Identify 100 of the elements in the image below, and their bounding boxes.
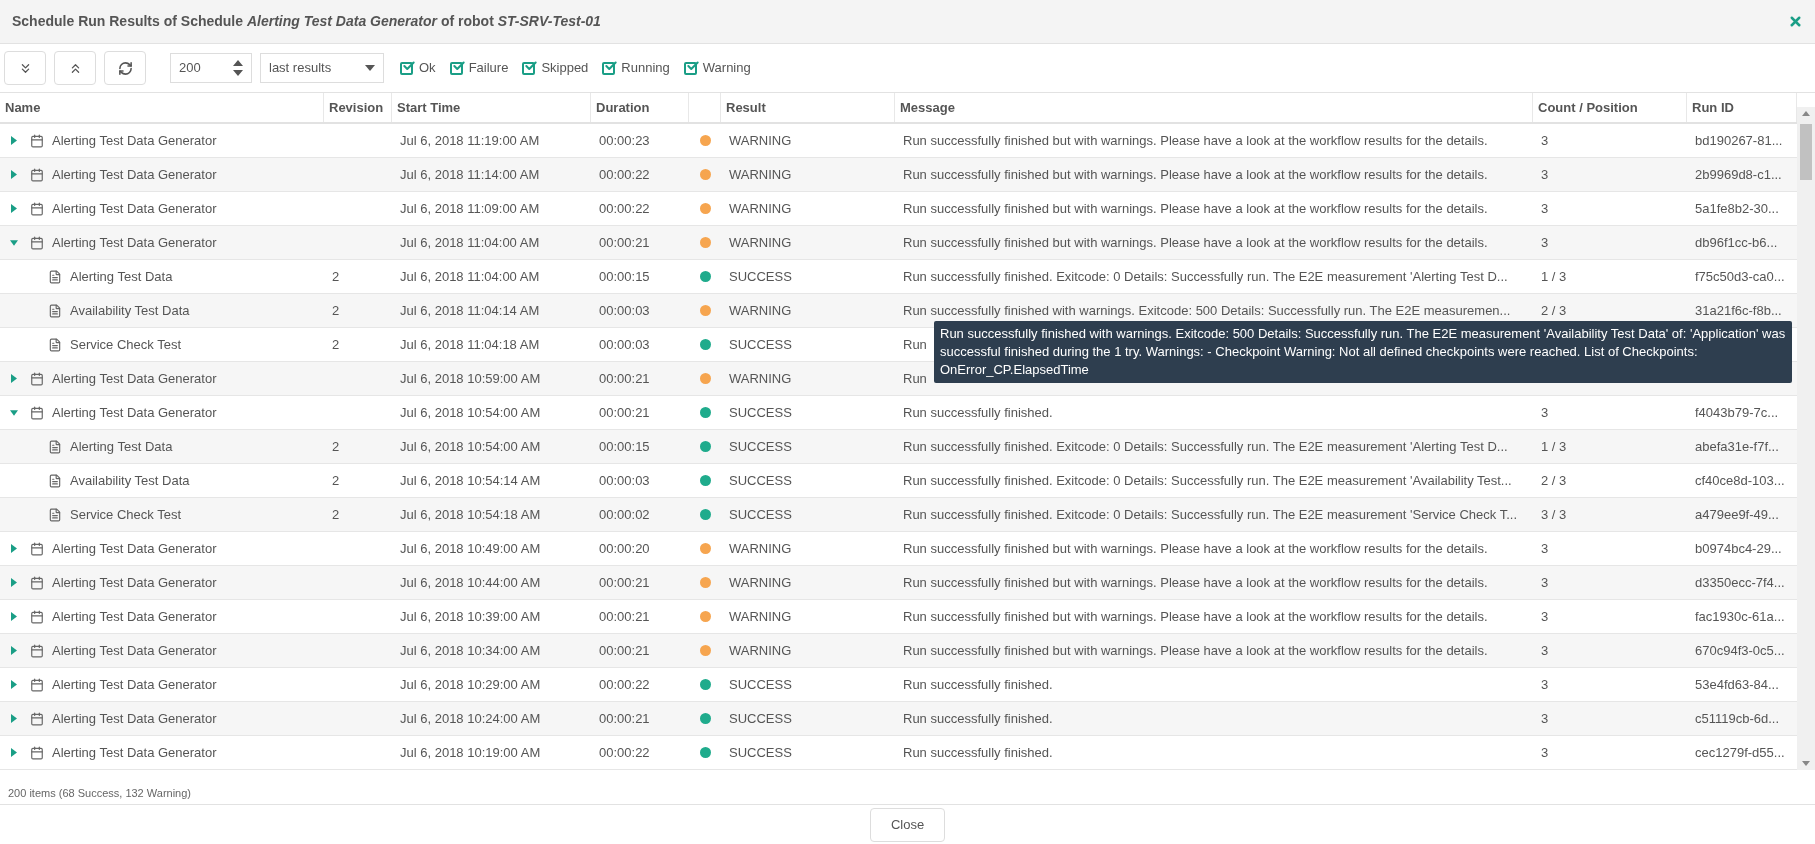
result-cell: SUCCESS — [729, 268, 792, 284]
duration-cell: 00:00:15 — [599, 438, 650, 454]
duration-cell: 00:00:03 — [599, 336, 650, 352]
start-time-cell: Jul 6, 2018 11:19:00 AM — [400, 132, 540, 148]
name-cell-text: Alerting Test Data Generator — [52, 233, 217, 252]
count-cell: 3 — [1541, 574, 1549, 590]
run-id-cell: c51119cb-6d... — [1695, 710, 1780, 726]
run-id-cell: 31a21f6c-f8b... — [1695, 302, 1782, 318]
start-time-cell: Jul 6, 2018 11:09:00 AM — [400, 200, 540, 216]
range-select[interactable]: last results — [260, 53, 384, 83]
count-cell: 3 — [1541, 710, 1549, 726]
result-cell: SUCCESS — [729, 472, 792, 488]
run-id-cell: 53e4fd63-84... — [1695, 676, 1779, 692]
message-cell: Run successfully finished. Exitcode: 0 Details: Successfully run. The E2E measurement 'Availability Test... — [903, 472, 1512, 488]
start-time-cell: Jul 6, 2018 10:19:00 AM — [400, 744, 541, 760]
message-cell: Run successfully finished. — [903, 710, 1053, 726]
result-cell: WARNING — [729, 166, 792, 182]
expand-caret-icon[interactable] — [10, 713, 18, 724]
expand-caret-icon[interactable] — [10, 645, 18, 656]
message-cell: Run successfully finished. — [903, 744, 1053, 760]
filter-checkbox[interactable]: Running — [602, 58, 670, 78]
name-cell-text: Alerting Test Data Generator — [52, 573, 217, 592]
calendar-icon — [30, 133, 44, 148]
refresh-button[interactable] — [104, 51, 146, 85]
name-cell-text: Alerting Test Data Generator — [52, 743, 217, 762]
duration-cell: 00:00:22 — [599, 744, 650, 760]
filter-checkbox[interactable]: Skipped — [522, 58, 589, 78]
count-cell: 3 — [1541, 608, 1549, 624]
column-header[interactable]: Run ID — [1692, 97, 1734, 118]
collapse-caret-icon[interactable] — [10, 237, 18, 248]
close-icon[interactable] — [1788, 14, 1803, 29]
check-icon — [451, 58, 466, 73]
filter-checkbox[interactable]: Warning — [683, 58, 751, 78]
column-header[interactable]: Name — [5, 97, 41, 118]
name-cell-text: Alerting Test Data Generator — [52, 607, 217, 626]
name-cell-text: Availability Test Data — [70, 471, 190, 490]
calendar-icon — [30, 711, 44, 726]
expand-caret-icon[interactable] — [10, 543, 18, 554]
status-text: 200 items (68 Success, 132 Warning) — [8, 787, 191, 799]
scroll-up-icon[interactable] — [1802, 111, 1810, 116]
expand-caret-icon[interactable] — [10, 577, 18, 588]
column-header[interactable]: Revision — [329, 97, 384, 118]
count-cell: 3 — [1541, 200, 1549, 216]
column-header[interactable]: Message — [900, 97, 955, 118]
spinner-arrows-icon[interactable] — [233, 60, 243, 76]
count-cell: 3 — [1541, 166, 1549, 182]
result-cell: SUCCESS — [729, 710, 792, 726]
check-icon — [685, 58, 700, 73]
count-spinner-field[interactable]: 200 — [170, 53, 252, 83]
message-cell: Run successfully finished but with warnings. Please have a look at the workflow results for the details. — [903, 574, 1488, 590]
expand-caret-icon[interactable] — [10, 373, 18, 384]
run-id-cell: abefa31e-f7f... — [1695, 438, 1779, 454]
scroll-down-icon[interactable] — [1802, 761, 1810, 766]
start-time-cell: Jul 6, 2018 10:54:14 AM — [400, 472, 541, 488]
run-id-cell: d3350ecc-7f4... — [1695, 574, 1785, 590]
duration-cell: 00:00:22 — [599, 676, 650, 692]
count-cell: 2 / 3 — [1541, 472, 1567, 488]
calendar-icon — [30, 201, 44, 216]
refresh-icon — [117, 60, 133, 76]
result-cell: WARNING — [729, 540, 792, 556]
scrollbar-thumb[interactable] — [1800, 124, 1812, 180]
run-id-cell: f4043b79-7c... — [1695, 404, 1779, 420]
column-header[interactable]: Count / Position — [1538, 97, 1638, 118]
close-button[interactable]: Close — [869, 807, 946, 842]
column-header[interactable]: Duration — [596, 97, 650, 118]
result-cell: WARNING — [729, 234, 792, 250]
expand-caret-icon[interactable] — [10, 135, 18, 146]
document-icon — [48, 337, 62, 352]
expand-caret-icon[interactable] — [10, 679, 18, 690]
count-cell: 3 — [1541, 132, 1549, 148]
run-id-cell: fac1930c-61a... — [1695, 608, 1785, 624]
expand-caret-icon[interactable] — [10, 611, 18, 622]
collapse-caret-icon[interactable] — [10, 407, 18, 418]
revision-cell: 2 — [332, 268, 340, 284]
result-cell: WARNING — [729, 370, 792, 386]
name-cell-text: Alerting Test Data — [70, 267, 173, 286]
duration-cell: 00:00:22 — [599, 200, 650, 216]
filter-checkbox[interactable]: Ok — [400, 58, 436, 78]
calendar-icon — [30, 575, 44, 590]
duration-cell: 00:00:03 — [599, 302, 650, 318]
count-cell: 1 / 3 — [1541, 268, 1567, 284]
column-header[interactable]: Start Time — [397, 97, 461, 118]
expand-caret-icon[interactable] — [10, 169, 18, 180]
count-cell: 3 — [1541, 744, 1549, 760]
scrollbar[interactable] — [1797, 107, 1815, 770]
result-cell: WARNING — [729, 574, 792, 590]
result-cell: WARNING — [729, 608, 792, 624]
expand-caret-icon[interactable] — [10, 203, 18, 214]
name-cell-text: Alerting Test Data Generator — [52, 199, 217, 218]
filter-checkbox[interactable]: Failure — [449, 58, 509, 78]
document-icon — [48, 507, 62, 522]
document-icon — [48, 473, 62, 488]
name-cell-text: Alerting Test Data Generator — [52, 369, 217, 388]
name-cell-text: Alerting Test Data Generator — [52, 709, 217, 728]
run-id-cell: 2b9969d8-c1... — [1695, 166, 1782, 182]
start-time-cell: Jul 6, 2018 10:59:00 AM — [400, 370, 541, 386]
column-header[interactable]: Result — [726, 97, 766, 118]
name-cell-text: Alerting Test Data Generator — [52, 675, 217, 694]
name-cell-text: Alerting Test Data Generator — [52, 403, 217, 422]
expand-caret-icon[interactable] — [10, 747, 18, 758]
